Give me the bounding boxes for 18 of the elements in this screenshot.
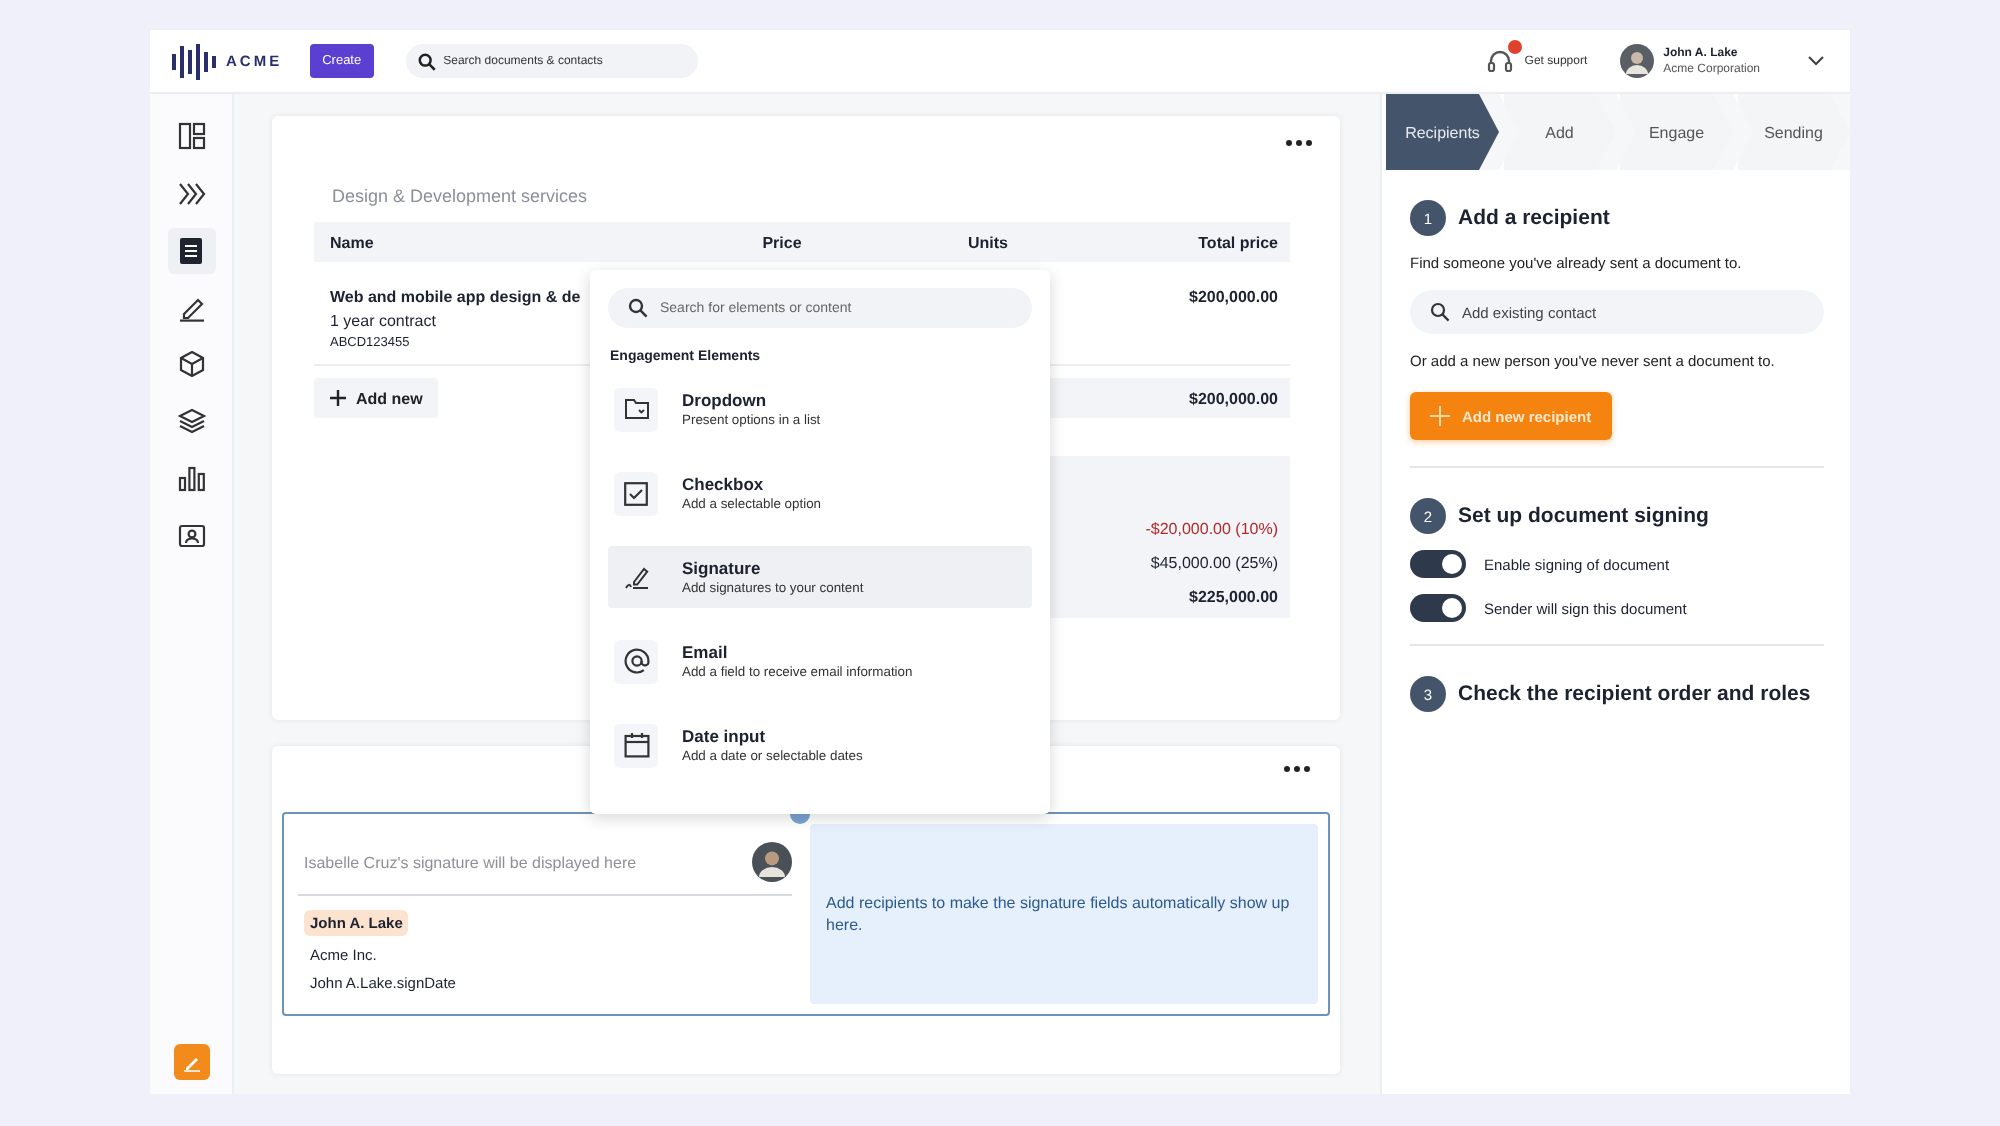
add-new-button[interactable]: Add new: [314, 378, 439, 418]
item-term: 1 year contract: [330, 312, 438, 330]
hint-text: Add recipients to make the signature fields automatically show up here.: [826, 892, 1292, 936]
subtotal-value: $200,000.00: [1189, 389, 1278, 407]
summary-value: -$20,000.00 (10%): [1145, 520, 1278, 538]
summary-value: $45,000.00 (25%): [1150, 554, 1278, 572]
column-header: Total price: [1196, 233, 1280, 251]
step-tab[interactable]: Recipients: [1382, 94, 1499, 170]
summary-value: $225,000.00: [1189, 588, 1278, 606]
item-name: Web and mobile app design & de: [330, 288, 581, 306]
column-header: Name: [328, 233, 376, 251]
table-cell-text: $200,000.00: [1189, 288, 1278, 310]
section-title: Set up document signing: [1458, 504, 1709, 528]
column-header: Price: [760, 233, 804, 251]
column-header: Units: [966, 233, 1010, 251]
section-title: Add a recipient: [1458, 206, 1610, 230]
section-title: Design & Development services: [332, 186, 590, 206]
section-title: Check the recipient order and roles: [1458, 682, 1811, 706]
